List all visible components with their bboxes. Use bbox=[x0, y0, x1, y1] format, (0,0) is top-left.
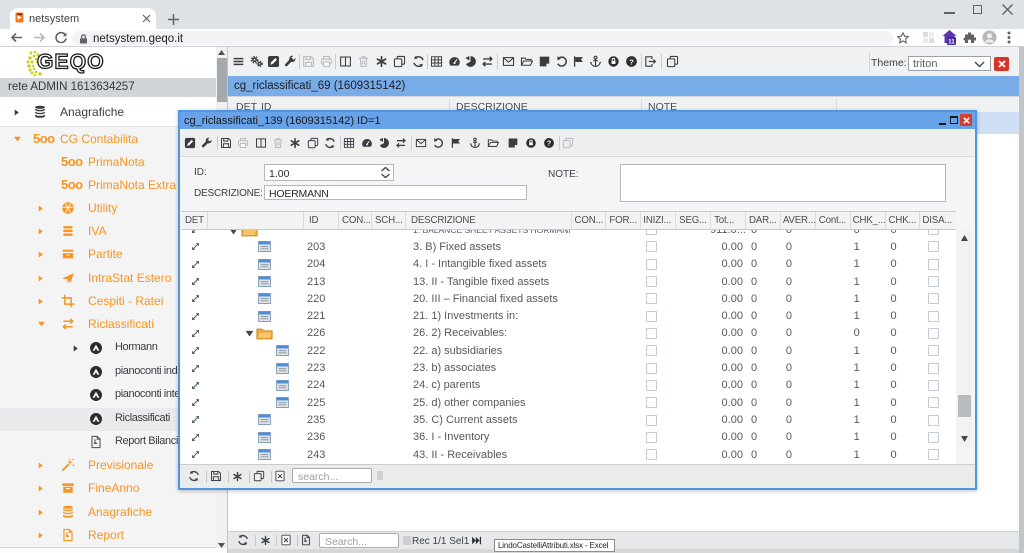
svg-text:11: 11 bbox=[948, 38, 955, 45]
svg-text:GEQO: GEQO bbox=[37, 51, 105, 74]
